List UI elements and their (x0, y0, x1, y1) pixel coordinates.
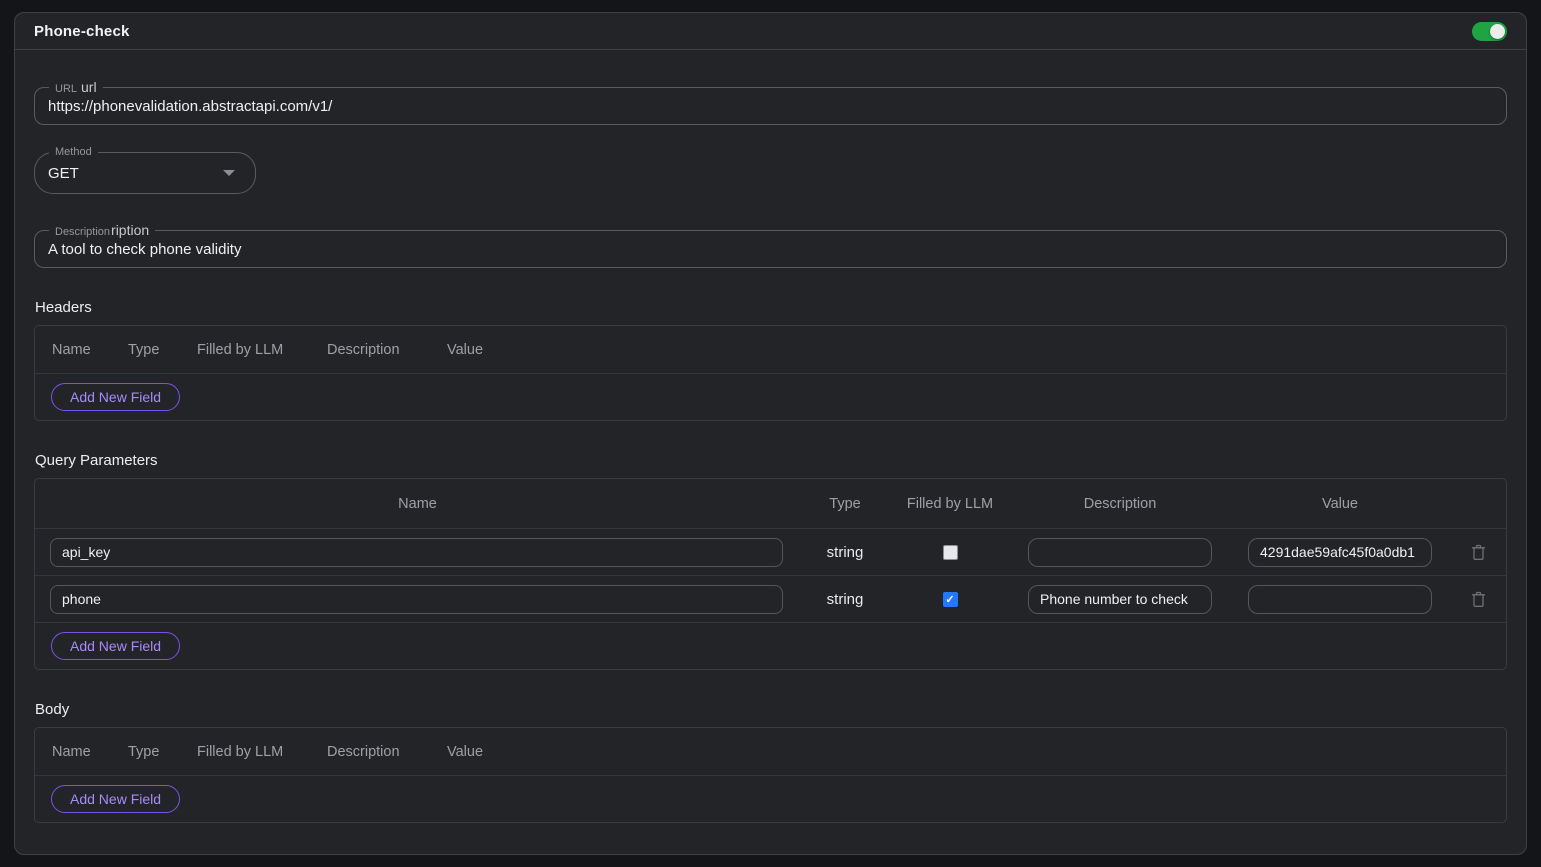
description-label-small: Description (55, 224, 110, 241)
filled-by-llm-checkbox[interactable]: ✓ (943, 592, 958, 607)
body-table-footer: Add New Field (35, 775, 1506, 822)
delete-row-trash-icon[interactable] (1471, 591, 1486, 608)
col-value: Value (447, 342, 483, 358)
description-field-label: Description ription (49, 222, 155, 241)
col-name: Name (52, 342, 128, 358)
body-add-field-button[interactable]: Add New Field (51, 785, 180, 813)
body-table-head: Name Type Filled by LLM Description Valu… (35, 728, 1506, 775)
filled-by-llm-checkbox[interactable] (943, 545, 958, 560)
query-param-row: string (35, 528, 1506, 575)
method-value: GET (48, 165, 79, 182)
body-table: Name Type Filled by LLM Description Valu… (34, 727, 1507, 823)
col-type: Type (800, 496, 890, 512)
param-description-input[interactable] (1028, 585, 1212, 614)
enabled-toggle[interactable] (1472, 22, 1507, 41)
method-label-small: Method (55, 144, 92, 161)
col-value: Value (447, 744, 483, 760)
col-description: Description (327, 744, 447, 760)
panel-header: Phone-check (15, 13, 1526, 50)
method-field-label: Method (49, 144, 98, 161)
col-name: Name (35, 496, 800, 512)
param-value-input[interactable] (1248, 585, 1432, 614)
method-select[interactable]: Method GET (34, 152, 256, 194)
description-field: Description ription (34, 230, 1507, 268)
headers-table-head: Name Type Filled by LLM Description Valu… (35, 326, 1506, 373)
query-params-add-field-button[interactable]: Add New Field (51, 632, 180, 660)
headers-table: Name Type Filled by LLM Description Valu… (34, 325, 1507, 421)
url-label-small: URL (55, 81, 77, 98)
col-name: Name (52, 744, 128, 760)
param-value-input[interactable] (1248, 538, 1432, 567)
param-name-input[interactable] (50, 538, 783, 567)
query-params-table: Name Type Filled by LLM Description Valu… (34, 478, 1507, 670)
query-params-table-footer: Add New Field (35, 622, 1506, 669)
delete-row-trash-icon[interactable] (1471, 544, 1486, 561)
col-type: Type (128, 744, 197, 760)
col-filled-by-llm: Filled by LLM (197, 744, 327, 760)
col-filled-by-llm: Filled by LLM (890, 496, 1010, 512)
tool-title: Phone-check (34, 23, 130, 40)
col-value: Value (1230, 496, 1450, 512)
chevron-down-icon (223, 170, 235, 176)
param-type: string (800, 591, 890, 608)
col-type: Type (128, 342, 197, 358)
url-field-label: URL url (49, 79, 103, 98)
col-description: Description (1010, 496, 1230, 512)
url-field: URL url (34, 87, 1507, 125)
query-param-row: string ✓ (35, 575, 1506, 622)
url-label-large: url (81, 79, 97, 96)
description-label-large: ription (111, 222, 149, 239)
col-description: Description (327, 342, 447, 358)
toggle-knob (1490, 24, 1505, 39)
panel-body: URL url Method GET Description ription H… (15, 87, 1526, 823)
param-name-input[interactable] (50, 585, 783, 614)
description-input[interactable] (48, 241, 1493, 258)
headers-table-footer: Add New Field (35, 373, 1506, 420)
headers-add-field-button[interactable]: Add New Field (51, 383, 180, 411)
query-params-section-title: Query Parameters (35, 452, 1507, 469)
url-input[interactable] (48, 98, 1493, 115)
col-filled-by-llm: Filled by LLM (197, 342, 327, 358)
query-params-table-head: Name Type Filled by LLM Description Valu… (35, 479, 1506, 528)
body-section-title: Body (35, 701, 1507, 718)
headers-section-title: Headers (35, 299, 1507, 316)
param-type: string (800, 544, 890, 561)
tool-config-panel: Phone-check URL url Method GET Descripti… (14, 12, 1527, 855)
param-description-input[interactable] (1028, 538, 1212, 567)
